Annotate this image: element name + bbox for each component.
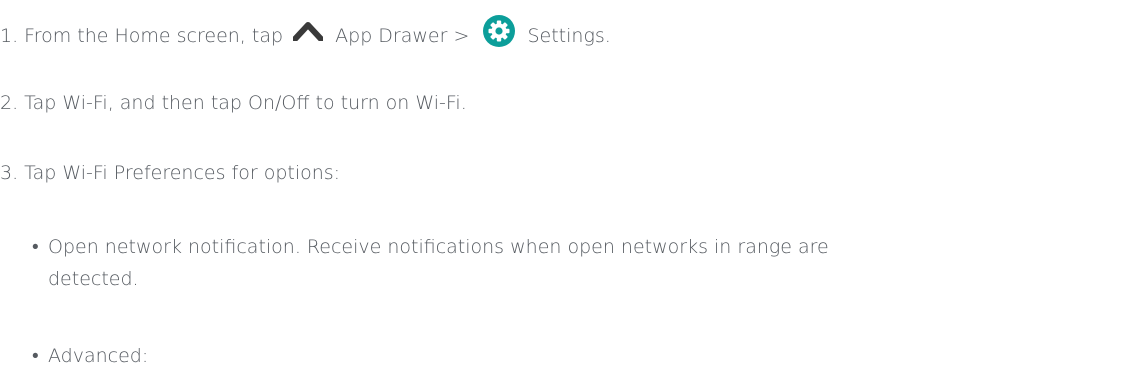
bullet-1-line-1: Open network notification. Receive notif…	[48, 236, 829, 258]
bullet-2-text: Advanced:	[48, 345, 149, 367]
step-1-text-end: Settings.	[527, 25, 611, 47]
chevron-up-icon	[292, 21, 325, 48]
bullet-marker: •	[32, 236, 39, 258]
settings-gear-icon	[483, 15, 516, 54]
bullet-open-network-notification: • Open network notification. Receive noti…	[32, 231, 1122, 295]
step-1-text-start: 1. From the Home screen, tap	[0, 25, 284, 47]
bullet-advanced: • Advanced:	[32, 340, 1122, 372]
step-3: 3. Tap Wi-Fi Preferences for options:	[0, 162, 341, 184]
bullet-marker: •	[32, 345, 39, 367]
bullet-1-line-2: detected.	[48, 268, 139, 290]
step-1: 1. From the Home screen, tap App Drawer …	[0, 15, 611, 56]
step-2: 2. Tap Wi-Fi, and then tap On/Off to tur…	[0, 92, 467, 114]
step-1-text-middle: App Drawer >	[335, 25, 470, 47]
